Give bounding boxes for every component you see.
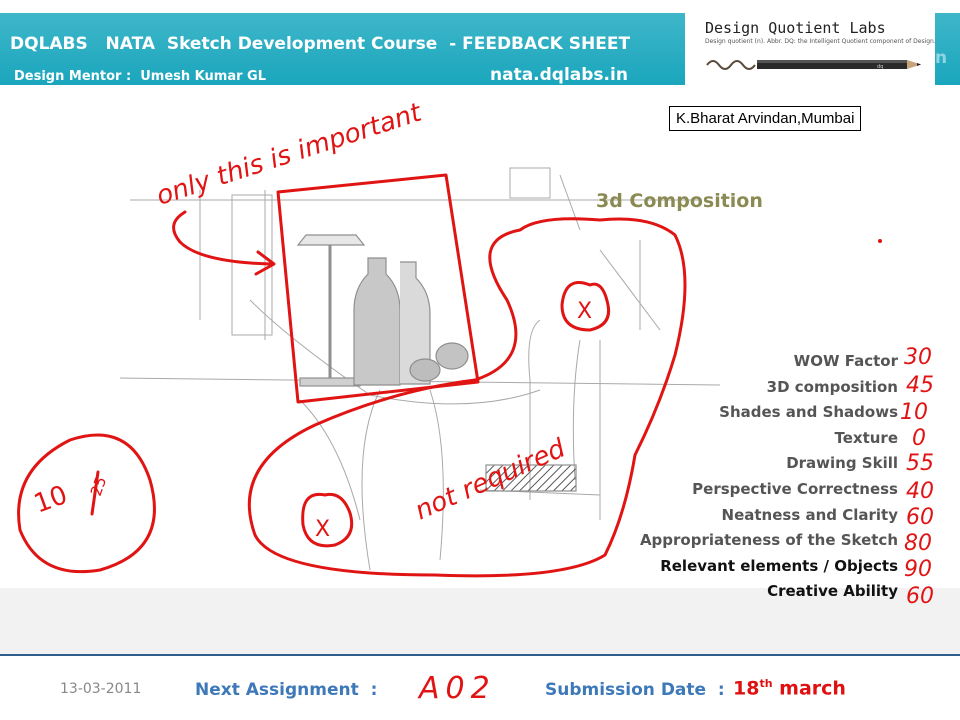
criterion-label: 3D composition [766,377,898,396]
next-assignment-value: A02 [417,671,496,706]
submission-month: march [779,677,846,700]
submission-date-label: Submission Date : [545,680,725,700]
criterion-label: Drawing Skill [786,454,898,473]
cross-mark-top: X [577,299,592,324]
annotation-important: only this is important [153,97,426,211]
total-out-of: 25 [87,474,110,498]
criterion-label: Shades and Shadows [719,403,898,422]
criterion-label: Appropriateness of the Sketch [639,531,898,550]
total-score: 10 [30,480,71,520]
submission-day-suffix: th [759,677,773,690]
submission-date-value: 18th march [733,677,846,699]
criterion-label: Texture [834,428,898,447]
criteria-list: WOW Factor 3D composition Shades and Sha… [640,349,898,605]
criterion-label: Relevant elements / Objects [660,556,898,575]
arrow-to-box [172,210,276,276]
composition-title: 3d Composition [596,190,763,212]
criterion-label: Perspective Correctness [692,479,898,498]
criterion-label: Creative Ability [767,582,898,601]
submission-day: 18 [733,677,760,700]
footer-date: 13-03-2011 [60,681,142,697]
next-assignment-label: Next Assignment : [195,680,378,700]
svg-text:A02: A02 [417,671,496,706]
criterion-label: Neatness and Clarity [721,505,898,524]
cross-mark-bottom: X [315,517,330,542]
criterion-label: WOW Factor [793,352,898,370]
